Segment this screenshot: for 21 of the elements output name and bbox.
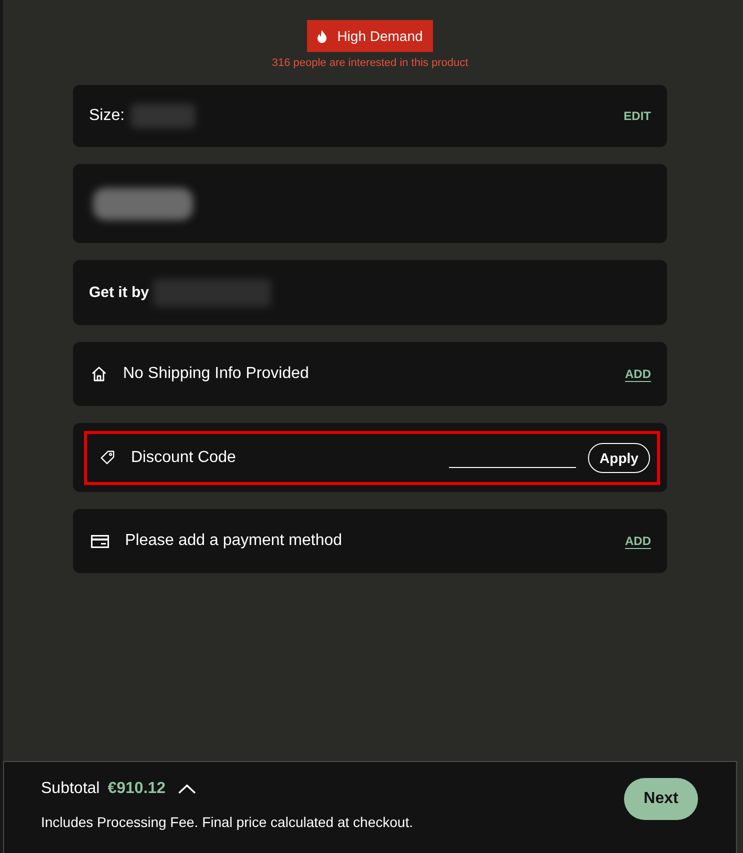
chevron-up-icon[interactable] xyxy=(178,784,196,794)
discount-code-label: Discount Code xyxy=(131,448,236,466)
credit-card-icon xyxy=(91,534,109,548)
apply-button[interactable]: Apply xyxy=(588,442,650,472)
payment-method-text: Please add a payment method xyxy=(125,532,342,550)
flame-icon xyxy=(317,30,328,42)
subtotal-amount: €910.12 xyxy=(108,780,166,798)
edit-link[interactable]: EDIT xyxy=(624,109,651,123)
house-icon xyxy=(91,366,107,382)
delivery-label: Get it by xyxy=(89,284,150,301)
add-link[interactable]: ADD xyxy=(625,534,651,548)
next-button[interactable]: Next xyxy=(624,778,698,820)
badge-label: High Demand xyxy=(337,28,423,44)
size-label: Size: xyxy=(89,107,125,125)
blurred-placeholder xyxy=(130,104,195,128)
tag-icon xyxy=(100,450,115,465)
interest-note: 316 people are interested in this product xyxy=(272,57,468,69)
add-link[interactable]: ADD xyxy=(625,367,651,381)
shipping-info-text: No Shipping Info Provided xyxy=(123,365,309,383)
price-note: Includes Processing Fee. Final price calculated at checkout. xyxy=(41,814,414,830)
subtotal-label: Subtotal xyxy=(41,780,100,798)
